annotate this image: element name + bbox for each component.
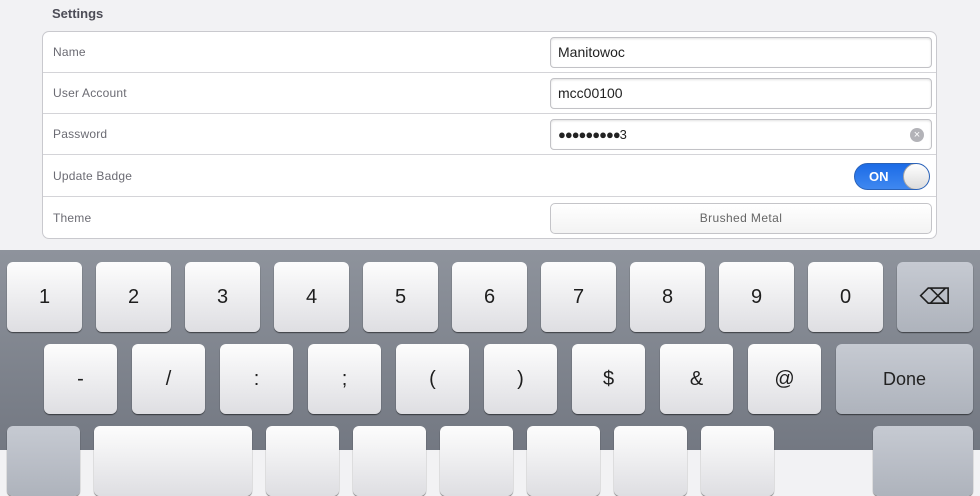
key-row3-1[interactable] [7, 426, 80, 496]
key-7[interactable]: 7 [541, 262, 616, 332]
key-semicolon[interactable]: ; [308, 344, 381, 414]
key-row3-7[interactable] [614, 426, 687, 496]
key-close-paren[interactable]: ) [484, 344, 557, 414]
toggle-knob [903, 164, 929, 189]
key-row3-4[interactable] [353, 426, 426, 496]
key-row3-8[interactable] [701, 426, 774, 496]
key-dash[interactable]: - [44, 344, 117, 414]
key-4[interactable]: 4 [274, 262, 349, 332]
update-badge-toggle[interactable]: ON [854, 163, 930, 190]
theme-label: Theme [53, 211, 92, 225]
user-account-row: User Account mcc00100 [43, 73, 936, 114]
key-row3-2[interactable] [94, 426, 252, 496]
name-row: Name Manitowoc [43, 32, 936, 73]
key-3[interactable]: 3 [185, 262, 260, 332]
key-6[interactable]: 6 [452, 262, 527, 332]
key-5[interactable]: 5 [363, 262, 438, 332]
toggle-state-text: ON [869, 169, 889, 184]
password-field-value: ●●●●●●●●●3 [558, 127, 627, 142]
user-account-field-value: mcc00100 [558, 85, 623, 101]
clear-text-icon[interactable]: × [910, 128, 924, 142]
update-badge-label: Update Badge [53, 169, 133, 183]
onscreen-keyboard: 1 2 3 4 5 6 7 8 9 0 ⌫ - / : ; ( ) $ & @ … [0, 250, 980, 496]
key-1[interactable]: 1 [7, 262, 82, 332]
key-0[interactable]: 0 [808, 262, 883, 332]
key-ampersand[interactable]: & [660, 344, 733, 414]
key-at[interactable]: @ [748, 344, 821, 414]
key-colon[interactable]: : [220, 344, 293, 414]
theme-row: Theme Brushed Metal [43, 198, 936, 238]
key-2[interactable]: 2 [96, 262, 171, 332]
backspace-key[interactable]: ⌫ [897, 262, 973, 332]
update-badge-row: Update Badge ON [43, 156, 936, 197]
key-slash[interactable]: / [132, 344, 205, 414]
key-open-paren[interactable]: ( [396, 344, 469, 414]
key-9[interactable]: 9 [719, 262, 794, 332]
key-row3-6[interactable] [527, 426, 600, 496]
done-key[interactable]: Done [836, 344, 973, 414]
key-8[interactable]: 8 [630, 262, 705, 332]
settings-section-title: Settings [52, 6, 104, 21]
theme-select-button[interactable]: Brushed Metal [550, 203, 932, 234]
settings-group: Name Manitowoc User Account mcc00100 Pas… [42, 31, 937, 239]
password-label: Password [53, 127, 108, 141]
key-row3-shift[interactable] [873, 426, 973, 496]
password-row: Password ●●●●●●●●●3 × [43, 114, 936, 155]
key-row3-3[interactable] [266, 426, 339, 496]
key-row3-5[interactable] [440, 426, 513, 496]
key-dollar[interactable]: $ [572, 344, 645, 414]
name-field[interactable]: Manitowoc [550, 37, 932, 68]
password-field[interactable]: ●●●●●●●●●3 × [550, 119, 932, 150]
user-account-field[interactable]: mcc00100 [550, 78, 932, 109]
name-field-value: Manitowoc [558, 44, 625, 60]
name-label: Name [53, 45, 86, 59]
user-account-label: User Account [53, 86, 127, 100]
backspace-icon: ⌫ [919, 284, 951, 309]
